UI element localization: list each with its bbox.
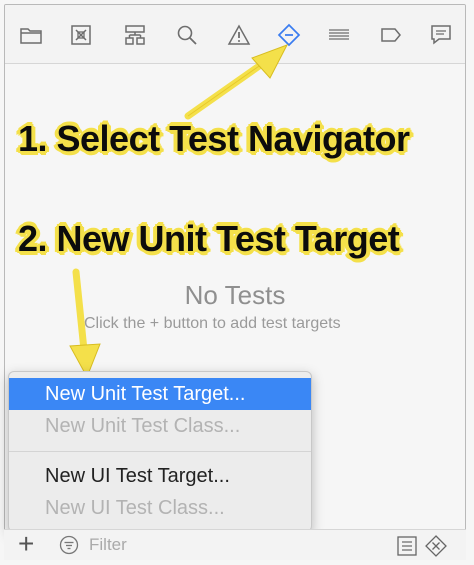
find-icon[interactable] [173, 21, 201, 49]
debug-icon[interactable] [325, 21, 353, 49]
scheme-filter-icon[interactable] [396, 535, 418, 557]
menu-item-new-ui-test-class: New UI Test Class... [45, 497, 225, 519]
menu-item-new-unit-test-class: New Unit Test Class... [45, 415, 241, 437]
filter-field[interactable] [59, 534, 385, 556]
test-navigator-icon[interactable] [275, 21, 303, 49]
failed-tests-filter-icon[interactable] [425, 535, 447, 557]
add-test-menu: New Unit Test Target... New Unit Test Cl… [8, 371, 312, 532]
navigator-bottom-bar: + [4, 528, 466, 560]
folder-icon[interactable] [17, 21, 45, 49]
issue-warning-icon[interactable] [225, 21, 253, 49]
report-icon[interactable] [427, 21, 455, 49]
annotation-step-2: 2. New Unit Test Target [18, 218, 400, 259]
annotation-step-1: 1. Select Test Navigator [18, 118, 410, 159]
menu-separator [9, 451, 311, 452]
symbol-icon[interactable] [121, 21, 149, 49]
breakpoint-icon[interactable] [377, 21, 405, 49]
empty-state-subtitle: Click the + button to add test targets [84, 315, 341, 332]
menu-item-new-unit-test-target[interactable]: New Unit Test Target... [9, 378, 311, 410]
filter-icon [59, 535, 79, 555]
navigator-toolbar [5, 5, 465, 64]
source-control-icon[interactable] [67, 21, 95, 49]
add-button[interactable]: + [18, 528, 34, 560]
filter-input[interactable] [87, 534, 341, 556]
menu-item-new-ui-test-target[interactable]: New UI Test Target... [9, 460, 311, 492]
empty-state-title: No Tests [184, 280, 286, 310]
